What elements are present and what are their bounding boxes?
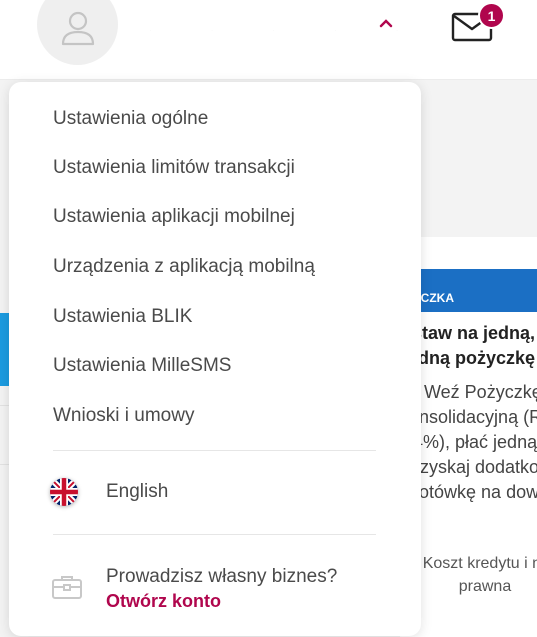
menu-item-mobile-devices[interactable]: Urządzenia z aplikacją mobilną <box>53 256 315 278</box>
menu-item-blik-settings[interactable]: Ustawienia BLIK <box>53 306 192 328</box>
briefcase-icon <box>52 576 82 599</box>
language-label: English <box>106 481 169 502</box>
background-banner-edge <box>0 313 9 386</box>
user-avatar[interactable] <box>37 0 118 65</box>
notification-badge: 1 <box>478 2 505 29</box>
chevron-up-icon[interactable] <box>377 16 395 30</box>
menu-divider <box>53 534 376 535</box>
menu-item-mobile-app-settings[interactable]: Ustawienia aplikacji mobilnej <box>53 206 295 228</box>
menu-item-applications-agreements[interactable]: Wnioski i umowy <box>53 405 194 427</box>
language-switch[interactable]: English <box>50 478 168 506</box>
open-account-link[interactable]: Otwórz konto <box>106 591 221 612</box>
business-question: Prowadzisz własny biznes? <box>106 566 338 587</box>
menu-item-millesms-settings[interactable]: Ustawienia MilleSMS <box>53 355 231 377</box>
menu-item-transaction-limits[interactable]: Ustawienia limitów transakcji <box>53 157 295 179</box>
uk-flag-icon <box>50 478 78 506</box>
menu-item-general-settings[interactable]: Ustawienia ogólne <box>53 108 208 130</box>
top-bar: . . . . . 1 <box>0 0 537 80</box>
user-dropdown-menu: Ustawienia ogólne Ustawienia limitów tra… <box>9 82 421 636</box>
menu-divider <box>53 450 376 451</box>
user-icon <box>61 11 94 45</box>
